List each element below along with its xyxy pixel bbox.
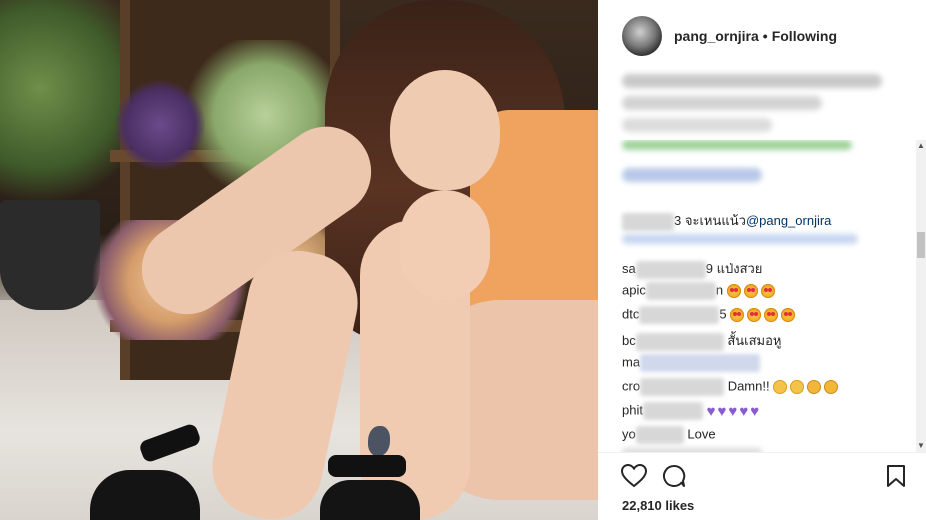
comment-item: dtc 5 <box>622 306 798 324</box>
purple-heart-emoji: ♥ <box>717 402 727 420</box>
heart-eyes-emoji <box>730 308 745 322</box>
blurred-username <box>639 306 720 324</box>
neutral-face-emoji <box>773 380 788 394</box>
blurred-comment <box>622 140 852 150</box>
post-photo[interactable] <box>0 0 598 520</box>
comment-item: sa 9 แป่งสวย <box>622 258 762 279</box>
comment-text: จะเหนแน้ว <box>684 213 746 228</box>
comments-scrollbar[interactable]: ▲ ▼ <box>916 140 926 452</box>
blurred-caption <box>622 118 772 132</box>
blurred-username <box>642 402 703 420</box>
comments-list: 3 จะเหนแน้ว@pang_ornjira sa 9 แป่งสวย api… <box>598 140 926 452</box>
neutral-face-emoji <box>790 380 805 394</box>
comment-username[interactable]: ma <box>622 354 640 369</box>
comment-username[interactable]: bc <box>622 333 636 348</box>
heart-eyes-emoji <box>743 284 758 298</box>
black-shoe <box>90 470 200 520</box>
purple-heart-emoji: ♥ <box>706 402 716 420</box>
black-shoe <box>320 480 420 520</box>
comment-username[interactable]: apic <box>622 282 646 297</box>
post-header: pang_ornjira • Following <box>598 0 926 72</box>
comment-username[interactable]: cro <box>622 378 640 393</box>
avatar[interactable] <box>622 16 662 56</box>
comment-text: แป่งสวย <box>716 261 763 276</box>
person-arm <box>400 190 490 300</box>
comment-name-suffix: 9 <box>705 261 713 276</box>
blurred-username <box>645 282 716 300</box>
blurred-username <box>640 354 761 372</box>
comment-name-suffix: 5 <box>719 306 727 322</box>
comment-text: สั้นเสมอหู <box>727 333 782 348</box>
blurred-username <box>640 378 725 396</box>
bookmark-icon[interactable] <box>880 460 912 492</box>
scrollbar-thumb[interactable] <box>917 232 925 258</box>
comment-username[interactable]: phit <box>622 402 643 417</box>
comment-username[interactable]: dtc <box>622 306 639 321</box>
heart-outline-icon[interactable] <box>618 460 650 492</box>
post-side-panel: pang_ornjira • Following 3 จะเหนแน้ว@pang_… <box>598 0 926 520</box>
speech-bubble-icon[interactable] <box>658 460 690 492</box>
comment-item: phit ♥ ♥ ♥ ♥ ♥ <box>622 402 761 420</box>
blurred-username <box>635 332 724 351</box>
purple-heart-emoji: ♥ <box>750 402 760 420</box>
rofl-emoji <box>821 377 841 397</box>
blurred-caption <box>622 96 822 110</box>
comment-item: bc สั้นเสมอหู <box>622 330 782 351</box>
heart-eyes-emoji <box>764 308 779 322</box>
comment-text: Damn!! <box>727 378 770 394</box>
comment-username[interactable]: yo <box>622 426 636 441</box>
following-button[interactable]: Following <box>772 28 837 44</box>
comment-item: yo Love <box>622 426 716 444</box>
shoe-strap <box>328 455 406 477</box>
purple-flowers <box>115 80 205 170</box>
rofl-emoji <box>804 377 824 397</box>
blurred-username <box>635 426 684 444</box>
comment-name-suffix: n <box>715 282 724 298</box>
blurred-comment <box>622 234 858 244</box>
separator: • <box>762 28 768 44</box>
ankle-tattoo <box>368 426 390 456</box>
purple-heart-emoji: ♥ <box>728 402 738 420</box>
potted-plant <box>0 0 130 220</box>
heart-eyes-emoji <box>726 284 741 298</box>
comment-item: ma <box>622 354 761 372</box>
blurred-caption <box>622 74 882 88</box>
post-author: pang_ornjira • Following <box>674 28 837 44</box>
mention-link[interactable]: @pang_ornjira <box>746 213 831 228</box>
divider <box>598 452 926 453</box>
blurred-comment <box>622 168 762 182</box>
blurred-username <box>622 212 674 231</box>
comment-username[interactable]: sa <box>622 261 636 276</box>
action-bar <box>598 460 926 492</box>
comment-name-suffix: 3 <box>674 213 682 228</box>
comment-item: apic n <box>622 282 778 300</box>
person-face <box>390 70 500 190</box>
username-link[interactable]: pang_ornjira <box>674 28 759 44</box>
purple-heart-emoji: ♥ <box>739 402 749 420</box>
blurred-username <box>635 260 706 279</box>
scroll-down-arrow-icon[interactable]: ▼ <box>917 442 925 450</box>
comment-item: cro Damn!! <box>622 377 841 397</box>
scroll-up-arrow-icon[interactable]: ▲ <box>917 142 925 150</box>
heart-eyes-emoji <box>760 284 775 298</box>
heart-eyes-emoji <box>747 308 762 322</box>
comment-text: Love <box>687 426 716 442</box>
comment-item: 3 จะเหนแน้ว@pang_ornjira <box>622 210 831 231</box>
likes-count[interactable]: 22,810 likes <box>622 498 694 513</box>
heart-eyes-emoji <box>781 308 796 322</box>
